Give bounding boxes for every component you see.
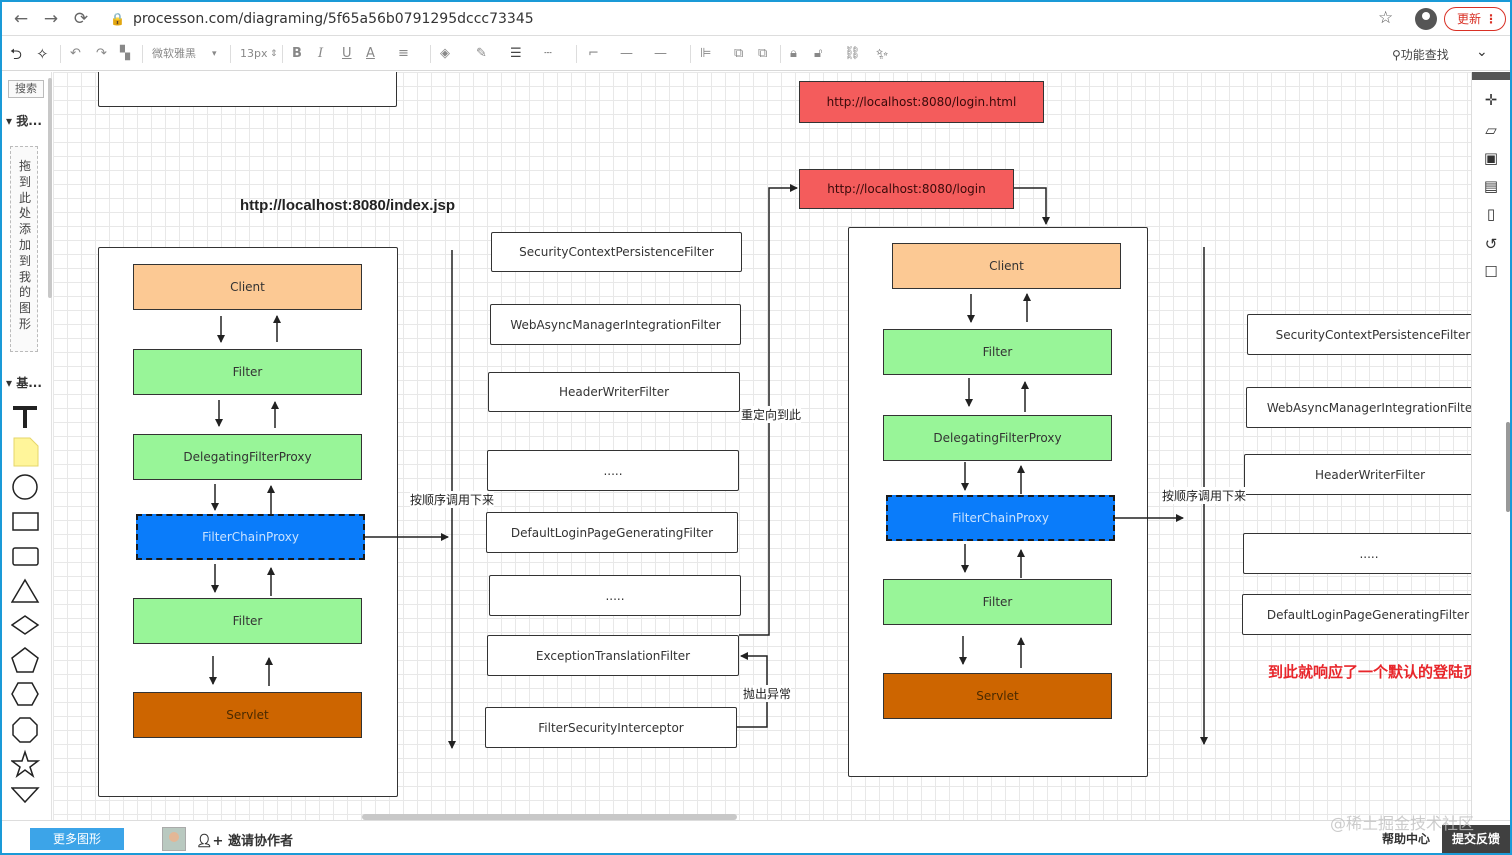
unlock-shape-icon[interactable]: 🔓︎ [814,45,822,63]
back-arrow-icon[interactable]: ⮌ [10,45,22,63]
group-my-shapes[interactable]: ▾ 我... [6,112,42,129]
magic-wand-icon[interactable]: ✨︎ [876,45,888,63]
reload-icon[interactable]: ⟳ [70,8,92,30]
note-shape-icon[interactable] [13,437,39,467]
right-stack-arrows [959,293,1031,668]
align-icon[interactable]: ≡ [398,45,409,63]
watermark: @稀土掘金技术社区 [1330,814,1475,833]
drag-drop-zone[interactable]: 拖到此处添加到我的图形 [10,146,38,352]
lock-shape-icon[interactable]: 🔒︎ [790,45,797,63]
invite-collaborator-button[interactable]: 👤︎+ 邀请协作者 [196,830,293,849]
connector-icon[interactable]: ⌐ [588,45,599,63]
style-panel-icon[interactable]: ▱ [1481,120,1501,140]
lock-icon: 🔒 [110,12,125,26]
browser-bar: ← → ⟳ 🔒 processon.com/diagraming/5f65a56b… [2,2,1510,36]
line-end-icon[interactable]: — [654,45,667,63]
rectangle-shape-icon[interactable] [12,512,39,531]
flow-arrows [365,184,1208,749]
group-basic-shapes-label: 基... [16,376,42,390]
hexagon-shape-icon[interactable] [11,682,39,706]
bold-button[interactable]: B [292,45,302,63]
label-order-left[interactable]: 按顺序调用下来 [410,491,495,508]
add-user-icon: 👤︎+ [196,834,224,849]
bookmark-star-icon[interactable]: ☆ [1378,8,1393,28]
link-icon[interactable]: ⛓︎ [844,45,861,63]
right-scrollbar[interactable] [1506,422,1510,512]
avatar[interactable] [162,827,186,851]
profile-avatar-icon[interactable] [1415,8,1437,30]
function-search[interactable]: ⚲功能查找 [1392,46,1449,63]
shape-library-panel: 搜索 ▾ 我... 拖到此处添加到我的图形 ▾ 基... [2,72,52,820]
rounded-rectangle-shape-icon[interactable] [12,547,39,566]
line-style-icon[interactable]: ┄ [544,45,552,63]
page-setup-icon[interactable]: ▣ [1481,148,1501,168]
document-icon[interactable]: ▯ [1481,204,1501,224]
more-menu-icon[interactable]: ⋮ [1485,8,1497,30]
star-shape-icon[interactable] [11,749,41,779]
search-icon: ⚲ [1392,48,1401,62]
font-color-button[interactable]: A [366,45,375,63]
label-throw-exception[interactable]: 抛出异常 [743,685,792,702]
label-redirect[interactable]: 重定向到此 [741,406,802,423]
comment-icon[interactable]: ☐ [1481,262,1501,282]
format-painter-icon[interactable]: ▚ [120,45,130,63]
back-icon[interactable]: ← [10,8,32,30]
redo-icon[interactable]: ↷ [96,45,107,63]
circle-shape-icon[interactable] [12,474,38,500]
basic-shapes-palette [11,406,41,804]
line-width-icon[interactable]: ☰ [510,45,522,63]
right-tool-panel: ✛ ▱ ▣ ▤ ▯ ↺ ☐ [1471,72,1510,820]
send-back-icon[interactable]: ⧉ [758,45,767,63]
triangle-shape-icon[interactable] [11,578,40,603]
update-button[interactable]: 更新 ⋮ [1444,7,1506,31]
group-my-shapes-label: 我... [16,114,42,128]
line-color-icon[interactable]: ✎ [476,45,487,63]
update-label: 更新 [1457,12,1482,26]
octagon-shape-icon[interactable] [12,717,38,743]
inverted-triangle-shape-icon[interactable] [11,787,40,804]
red-note[interactable]: 到此就响应了一个默认的登陆页面 [1268,661,1471,682]
invite-label: 邀请协作者 [227,834,293,849]
diagram-canvas[interactable]: http://localhost:8080/index.jsp Client F… [53,72,1471,820]
align-left-icon[interactable]: ⊫ [700,45,711,63]
forward-icon[interactable]: → [40,8,62,30]
bottom-bar: 更多图形 👤︎+ 邀请协作者 帮助中心 提交反馈 [2,820,1510,853]
outline-icon[interactable]: ▤ [1481,176,1501,196]
bring-front-icon[interactable]: ⧉ [734,45,743,63]
crosshair-icon[interactable]: ✛ [1481,90,1501,110]
fill-bucket-icon[interactable]: ◈ [440,45,450,63]
shape-search-input[interactable]: 搜索 [8,80,44,98]
pentagon-shape-icon[interactable] [11,647,39,673]
right-panel-header [1472,72,1510,80]
line-start-icon[interactable]: — [620,45,633,63]
underline-button[interactable]: U [342,45,352,63]
chevron-down-icon: ▾ [212,49,217,59]
left-scrollbar[interactable] [48,78,52,298]
text-shape-icon[interactable] [13,406,37,428]
left-stack-arrows [209,315,281,686]
function-search-label: 功能查找 [1400,48,1449,62]
diamond-shape-icon[interactable] [11,615,40,635]
stepper-icon[interactable]: ⇕ [270,45,278,63]
url-text: processon.com/diagraming/5f65a56b0791295… [132,11,534,27]
app-window: ← → ⟳ 🔒 processon.com/diagraming/5f65a56b… [0,0,1512,855]
editor-toolbar: ⮌ ✧ ↶ ↷ ▚ 微软雅黑 ▾ 13px ⇕ B I U A ≡ ◈ ✎ ☰ … [2,37,1510,71]
history-icon[interactable]: ↺ [1481,234,1501,254]
connector-layer [209,184,1208,749]
drag-hint-text: 拖到此处添加到我的图形 [18,159,31,331]
group-basic-shapes[interactable]: ▾ 基... [6,374,42,391]
more-shapes-button[interactable]: 更多图形 [30,828,124,850]
collapse-toolbar-icon[interactable]: ⌄ [1476,44,1488,60]
undo-icon[interactable]: ↶ [70,45,81,63]
italic-button[interactable]: I [318,45,323,63]
label-order-right[interactable]: 按顺序调用下来 [1162,487,1247,504]
font-size-select[interactable]: 13px [240,45,268,63]
address-bar[interactable]: 🔒 processon.com/diagraming/5f65a56b079129… [110,8,534,30]
font-family-select[interactable]: 微软雅黑 [152,45,196,63]
pin-icon[interactable]: ✧ [36,45,49,63]
